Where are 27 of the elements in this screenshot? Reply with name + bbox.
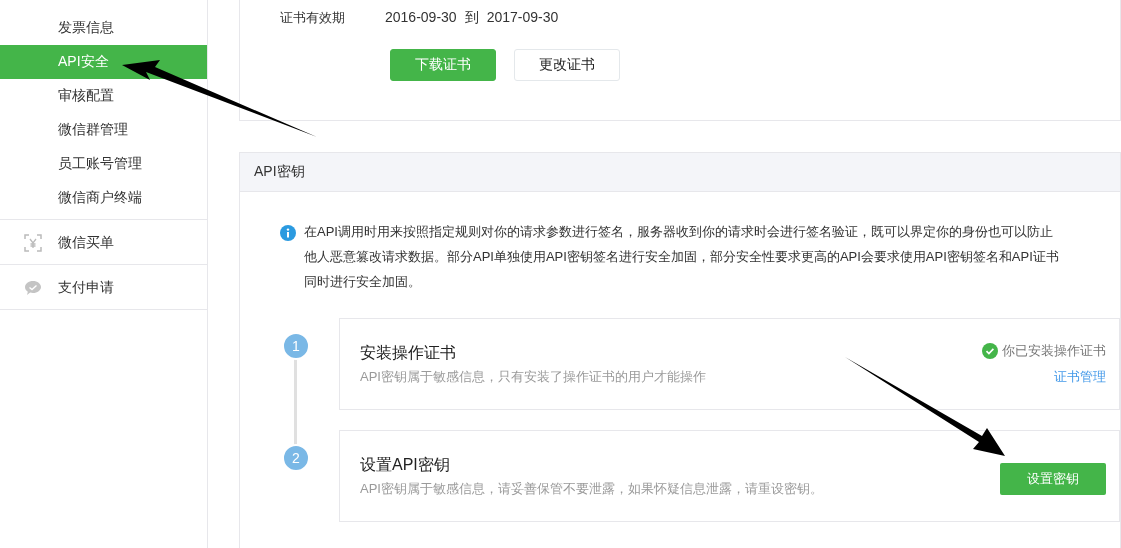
end-date: 2017-09-30 <box>486 9 559 27</box>
field-label: 证书有效期 <box>280 9 345 27</box>
status-text: 你已安装操作证书 <box>1002 342 1106 360</box>
sidebar-item[interactable]: 审核配置 <box>0 79 207 113</box>
step-description: API密钥属于敏感信息，只有安装了操作证书的用户才能操作 <box>360 367 707 386</box>
start-date: 2016-09-30 <box>385 9 457 27</box>
info-text: 同时进行安全加固。 <box>304 273 422 291</box>
step-title: 设置API密钥 <box>360 454 451 475</box>
sidebar-item[interactable]: 发票信息 <box>0 11 207 45</box>
check-icon <box>982 343 998 359</box>
sidebar-item[interactable]: 微信买单 <box>0 226 207 260</box>
sidebar-item[interactable]: 微信群管理 <box>0 113 207 147</box>
step-number: 2 <box>282 444 310 472</box>
scan-icon <box>24 234 42 252</box>
info-text: 在API调用时用来按照指定规则对你的请求参数进行签名，服务器收到你的请求时会进行签名验证，既可以界定你的身份也可以防止 <box>304 223 1054 241</box>
info-text: 他人恶意篡改请求数据。部分API单独使用API密钥签名进行安全加固，部分安全性要求更高的API会要求使用API密钥签名和API证书 <box>304 248 1059 266</box>
step-description: API密钥属于敏感信息，请妥善保管不要泄露，如果怀疑信息泄露，请重设密钥。 <box>360 479 824 498</box>
section-header: API密钥 <box>240 153 1120 192</box>
step-number: 1 <box>282 332 310 360</box>
sidebar-item[interactable]: 支付申请 <box>0 271 207 305</box>
change-certificate-button[interactable]: 更改证书 <box>514 49 620 81</box>
step-title: 安装操作证书 <box>360 342 457 363</box>
info-icon <box>280 225 296 241</box>
chat-bubble-icon <box>24 279 42 297</box>
sidebar-item[interactable]: 员工账号管理 <box>0 147 207 181</box>
sidebar-item[interactable]: 微信商户终端 <box>0 181 207 215</box>
date-separator: 到 <box>464 9 479 27</box>
